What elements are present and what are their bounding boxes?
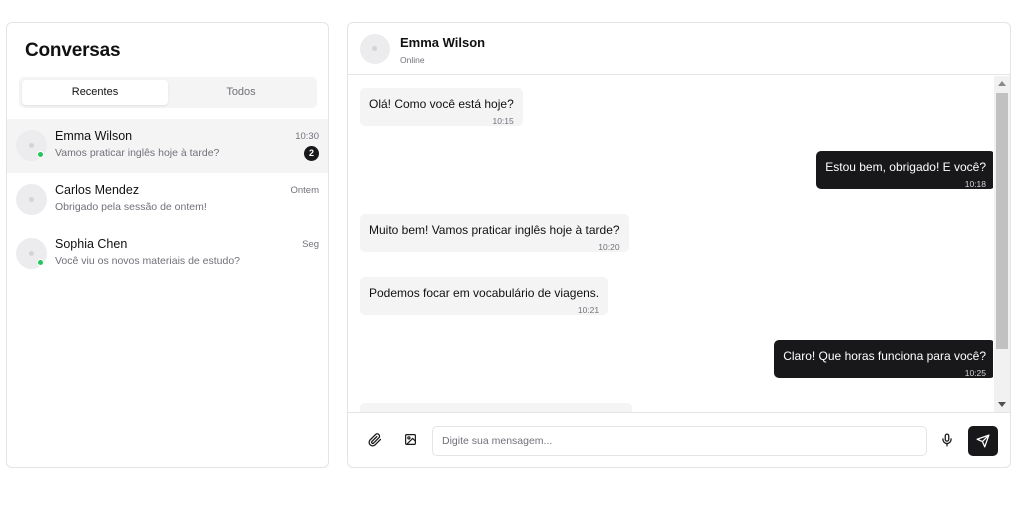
message-outgoing: Estou bem, obrigado! E você? 10:18: [816, 151, 993, 189]
conversation-name: Sophia Chen: [55, 237, 128, 251]
avatar: [16, 184, 47, 215]
chat-header: Emma Wilson Online: [348, 23, 1010, 75]
voice-button[interactable]: [934, 427, 960, 453]
avatar-placeholder-icon: [29, 143, 34, 148]
message-text: Muito bem! Vamos praticar inglês hoje à …: [369, 223, 620, 237]
online-indicator: [37, 259, 44, 266]
avatar-placeholder-icon: [372, 46, 377, 51]
contact-name: Emma Wilson: [400, 35, 486, 50]
conversation-item-sophia-chen[interactable]: Sophia Chen Você viu os novos materiais …: [7, 227, 328, 281]
conversation-preview: Você viu os novos materiais de estudo?: [55, 255, 241, 267]
message-text: Podemos focar em vocabulário de viagens.: [369, 286, 600, 300]
message-outgoing: Claro! Que horas funciona para você? 10:…: [774, 340, 993, 378]
tab-todos[interactable]: Todos: [168, 80, 314, 105]
attach-button[interactable]: [362, 427, 388, 453]
avatar-placeholder-icon: [29, 251, 34, 256]
scroll-up-arrow-icon[interactable]: [998, 81, 1006, 86]
message-incoming: Olá! Como você está hoje? 10:15: [360, 88, 523, 126]
conversation-item-emma-wilson[interactable]: Emma Wilson Vamos praticar inglês hoje à…: [7, 119, 328, 173]
sidebar-title: Conversas: [25, 40, 121, 61]
message-time: 10:18: [964, 179, 986, 189]
tab-recentes[interactable]: Recentes: [22, 80, 168, 105]
unread-badge: 2: [304, 146, 319, 161]
message-text: Estou bem, obrigado! E você?: [825, 160, 986, 174]
chat-panel: Emma Wilson Online Olá! Como você está h…: [347, 22, 1011, 468]
message-time: 10:15: [492, 116, 514, 126]
conversations-sidebar: Conversas Recentes Todos Emma Wilson Vam…: [6, 22, 329, 468]
message-scrollbar[interactable]: [994, 76, 1010, 412]
conversation-name: Emma Wilson: [55, 129, 133, 143]
conversation-name: Carlos Mendez: [55, 183, 140, 197]
message-incoming: Podemos focar em vocabulário de viagens.…: [360, 277, 609, 315]
conversation-item-carlos-mendez[interactable]: Carlos Mendez Obrigado pela sessão de on…: [7, 173, 328, 227]
message-time: 10:25: [964, 368, 986, 378]
image-icon: [405, 434, 416, 445]
conversation-preview: Vamos praticar inglês hoje à tarde?: [55, 147, 220, 159]
avatar-placeholder-icon: [29, 197, 34, 202]
conversation-list: Emma Wilson Vamos praticar inglês hoje à…: [7, 119, 328, 281]
scrollbar-thumb[interactable]: [996, 93, 1008, 349]
microphone-icon: [942, 433, 952, 447]
message-incoming: Muito bem! Vamos praticar inglês hoje à …: [360, 214, 629, 252]
message-text: Olá! Como você está hoje?: [369, 97, 514, 111]
contact-avatar: [360, 34, 390, 64]
message-time: 10:21: [577, 305, 600, 315]
paperclip-icon: [368, 433, 382, 447]
conversation-time: Seg: [302, 239, 319, 250]
avatar: [16, 238, 47, 269]
message-composer: [348, 412, 1010, 467]
online-indicator: [37, 151, 44, 158]
send-icon: [976, 434, 990, 448]
send-button[interactable]: [968, 426, 998, 456]
conversation-time: Ontem: [290, 185, 319, 196]
message-incoming-partial: [360, 403, 632, 412]
scroll-down-arrow-icon[interactable]: [998, 402, 1006, 407]
message-time: 10:20: [598, 242, 620, 252]
message-list[interactable]: Olá! Como você está hoje? 10:15 Estou be…: [348, 76, 993, 412]
message-input[interactable]: [432, 426, 927, 456]
conversation-tabs: Recentes Todos: [19, 77, 317, 108]
conversation-time: 10:30: [295, 131, 319, 142]
image-button[interactable]: [398, 427, 424, 453]
avatar: [16, 130, 47, 161]
message-text: Claro! Que horas funciona para você?: [783, 349, 986, 363]
contact-status: Online: [400, 55, 425, 65]
conversation-preview: Obrigado pela sessão de ontem!: [55, 201, 207, 213]
